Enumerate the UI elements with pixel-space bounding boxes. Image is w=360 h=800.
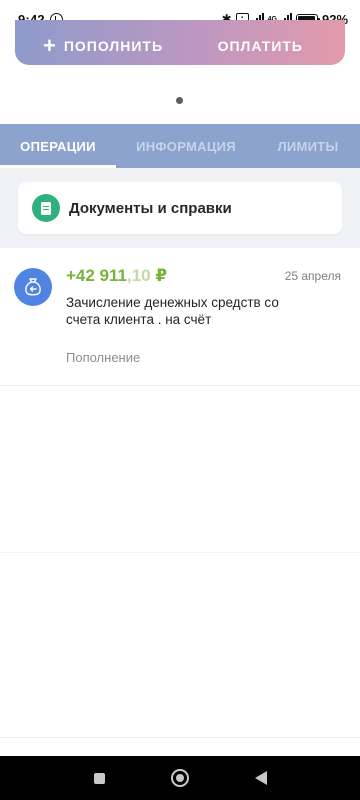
pay-button[interactable]: ОПЛАТИТЬ xyxy=(218,38,303,54)
tab-operations[interactable]: ОПЕРАЦИИ xyxy=(0,124,116,168)
bottom-divider xyxy=(0,737,360,738)
plus-icon: + xyxy=(43,32,56,58)
currency-symbol: ₽ xyxy=(155,266,168,285)
tab-information[interactable]: ИНФОРМАЦИЯ xyxy=(116,124,256,168)
incoming-money-bag-icon xyxy=(14,268,52,306)
amount-kopecks: ,10 xyxy=(127,266,151,285)
top-up-button[interactable]: + ПОПОЛНИТЬ xyxy=(43,32,164,58)
transaction-item[interactable]: +42 911,10 ₽ 25 апреля Зачисление денежн… xyxy=(0,248,360,386)
amount-main: +42 911 xyxy=(66,266,127,285)
tab-label: ИНФОРМАЦИЯ xyxy=(136,138,236,154)
documents-label: Документы и справки xyxy=(69,199,232,217)
recent-apps-button[interactable] xyxy=(93,772,105,784)
pay-label: ОПЛАТИТЬ xyxy=(217,37,303,54)
tab-label: ОПЕРАЦИИ xyxy=(20,138,96,154)
tab-limits[interactable]: ЛИМИТЫ xyxy=(256,124,360,168)
carousel-page-indicator xyxy=(176,97,183,104)
document-icon xyxy=(32,194,60,222)
top-up-label: ПОПОЛНИТЬ xyxy=(63,37,164,54)
transaction-category: Пополнение xyxy=(66,350,141,365)
tab-label: ЛИМИТЫ xyxy=(277,138,339,154)
tab-bar: ОПЕРАЦИИ ИНФОРМАЦИЯ ЛИМИТЫ xyxy=(0,124,360,168)
list-divider xyxy=(0,552,360,553)
documents-button[interactable]: Документы и справки xyxy=(18,182,342,234)
back-button[interactable] xyxy=(254,771,267,785)
home-button[interactable] xyxy=(170,769,189,787)
transaction-date: 25 апреля xyxy=(284,269,341,283)
transaction-amount: +42 911,10 ₽ xyxy=(66,266,167,286)
system-navigation-bar xyxy=(0,756,360,800)
account-action-bar: + ПОПОЛНИТЬ ОПЛАТИТЬ xyxy=(15,20,345,65)
transaction-description: Зачисление денежных средств со счета кли… xyxy=(66,295,279,327)
